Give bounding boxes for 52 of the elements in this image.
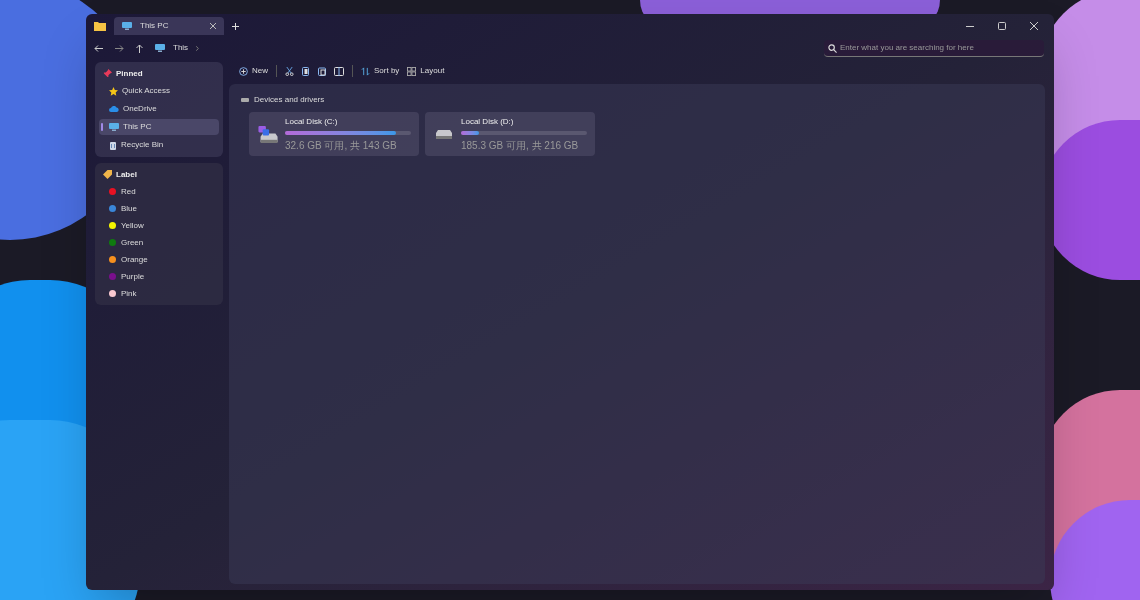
section-title: Label: [116, 168, 137, 181]
layout-button[interactable]: Layout: [407, 65, 445, 77]
section-title: Pinned: [116, 67, 143, 80]
label-item[interactable]: Orange: [99, 252, 219, 267]
grid-icon: [407, 66, 417, 76]
usage-text: 185.3 GB 可用, 共 216 GB: [461, 138, 580, 153]
drive-card[interactable]: Local Disk (C:) 32.6 GB 可用, 共 143 GB: [249, 112, 419, 156]
star-icon: [109, 86, 118, 96]
rename-icon[interactable]: [334, 66, 344, 76]
search-field[interactable]: Enter what you are searching for here: [824, 39, 1044, 57]
label-item[interactable]: Yellow: [99, 218, 219, 233]
breadcrumb-item[interactable]: This: [173, 42, 189, 54]
sidebar-item[interactable]: Quick Access: [99, 83, 219, 99]
monitor-icon: [155, 44, 165, 52]
chevron-icon: [196, 45, 200, 51]
monitor-icon: [122, 22, 132, 30]
monitor-icon: [109, 123, 119, 131]
minimize-icon[interactable]: [966, 25, 974, 27]
sort-icon: [361, 66, 370, 76]
recycle-bin-icon: [109, 140, 117, 150]
drive-name: Local Disk (D:): [461, 115, 515, 128]
new-tab-icon[interactable]: [232, 22, 239, 30]
drive-name: Local Disk (C:): [285, 115, 339, 128]
label-item[interactable]: Blue: [99, 201, 219, 216]
label-item[interactable]: Red: [99, 184, 219, 199]
tag-icon: [103, 170, 112, 179]
back-button[interactable]: [94, 44, 103, 52]
close-icon[interactable]: [1030, 22, 1038, 30]
label-item[interactable]: Pink: [99, 286, 219, 301]
cloud-icon: [109, 106, 119, 112]
sidebar-item[interactable]: OneDrive: [99, 101, 219, 117]
clipboard-icon[interactable]: [318, 66, 326, 76]
folder-icon: [94, 21, 106, 31]
label-item[interactable]: Green: [99, 235, 219, 250]
forward-button[interactable]: [115, 44, 124, 52]
sort-button[interactable]: Sort by: [361, 65, 400, 77]
up-button[interactable]: [136, 43, 143, 53]
close-tab-icon[interactable]: [210, 23, 216, 29]
usage-text: 32.6 GB 可用, 共 143 GB: [285, 138, 398, 153]
copy-icon[interactable]: [302, 66, 310, 76]
new-button[interactable]: New: [239, 65, 268, 77]
maximize-icon[interactable]: [998, 22, 1006, 30]
scissors-icon[interactable]: [285, 66, 294, 76]
add-icon: [239, 66, 248, 76]
drive-card[interactable]: Local Disk (D:) 185.3 GB 可用, 共 216 GB: [425, 112, 595, 156]
pin-icon: [103, 69, 112, 78]
sidebar-item[interactable]: This PC: [99, 119, 219, 135]
sidebar-item[interactable]: Recycle Bin: [99, 137, 219, 153]
drive-icon: [241, 98, 249, 102]
tab[interactable]: This PC: [114, 17, 224, 35]
label-item[interactable]: Purple: [99, 269, 219, 284]
section-heading: Devices and drivers: [254, 94, 325, 106]
